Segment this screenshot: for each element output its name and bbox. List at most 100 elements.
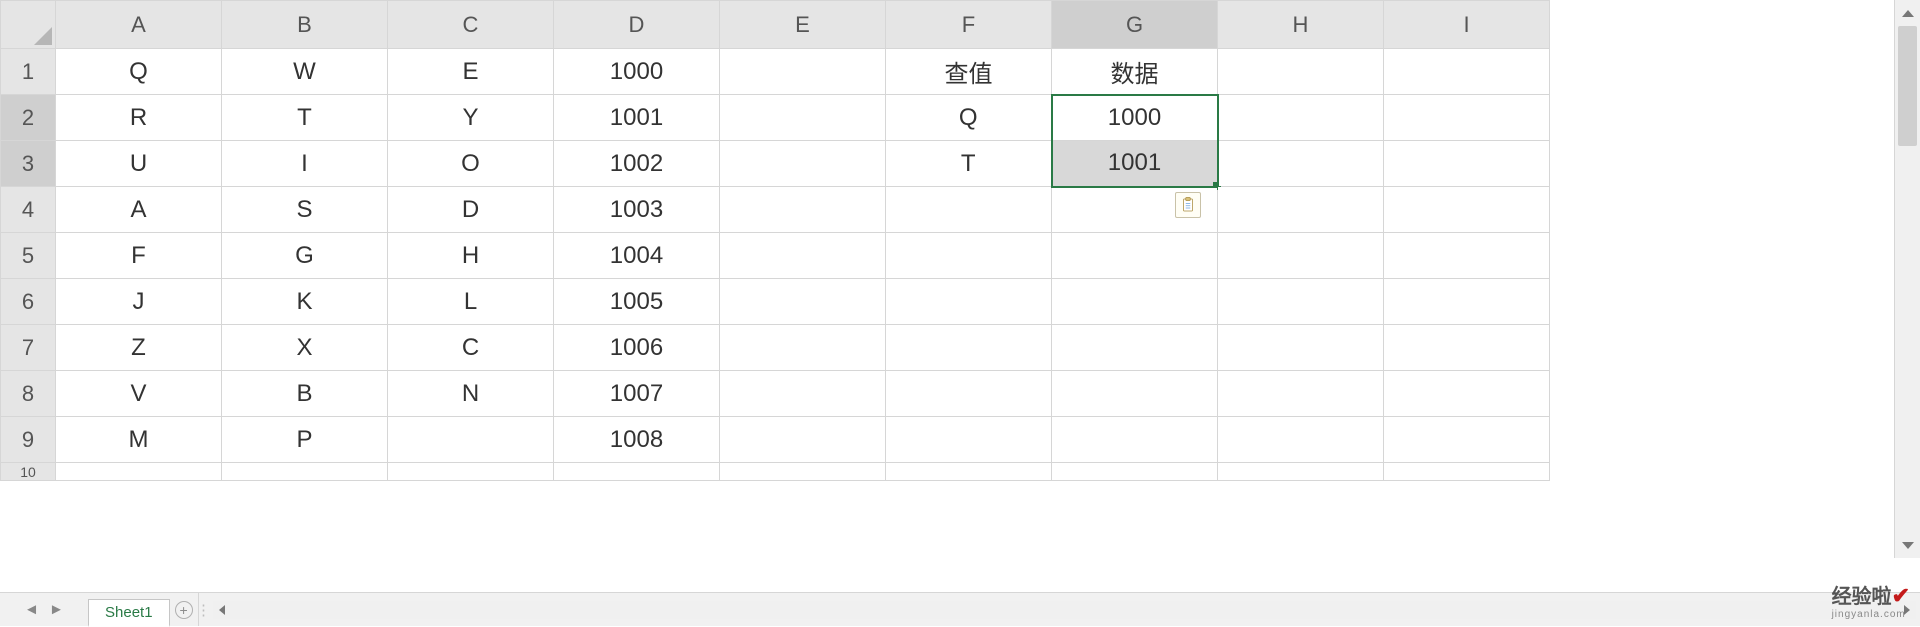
- cell-C10[interactable]: [388, 463, 554, 481]
- add-sheet-button[interactable]: +: [170, 593, 198, 626]
- cell-E10[interactable]: [720, 463, 886, 481]
- cell-B1[interactable]: W: [222, 49, 388, 95]
- cell-I9[interactable]: [1384, 417, 1550, 463]
- row-header-3[interactable]: 3: [1, 141, 56, 187]
- cell-A1[interactable]: Q: [56, 49, 222, 95]
- cell-I8[interactable]: [1384, 371, 1550, 417]
- cell-H2[interactable]: [1218, 95, 1384, 141]
- cell-D4[interactable]: 1003: [554, 187, 720, 233]
- tab-nav-prev[interactable]: ◄: [22, 601, 41, 618]
- tab-scroll-splitter[interactable]: ⋮: [199, 593, 209, 626]
- vertical-scrollbar[interactable]: [1894, 0, 1920, 558]
- spreadsheet-grid[interactable]: A B C D E F G H I 1 Q W E 1000 查值 数据: [0, 0, 1550, 481]
- cell-A4[interactable]: A: [56, 187, 222, 233]
- row-header-2[interactable]: 2: [1, 95, 56, 141]
- cell-G6[interactable]: [1052, 279, 1218, 325]
- cell-C8[interactable]: N: [388, 371, 554, 417]
- row-header-10[interactable]: 10: [1, 463, 56, 481]
- scroll-down-button[interactable]: [1895, 532, 1920, 558]
- col-header-D[interactable]: D: [554, 1, 720, 49]
- col-header-B[interactable]: B: [222, 1, 388, 49]
- cell-B8[interactable]: B: [222, 371, 388, 417]
- cell-F4[interactable]: [886, 187, 1052, 233]
- cell-F6[interactable]: [886, 279, 1052, 325]
- cell-F9[interactable]: [886, 417, 1052, 463]
- cell-D1[interactable]: 1000: [554, 49, 720, 95]
- cell-C5[interactable]: H: [388, 233, 554, 279]
- row-header-5[interactable]: 5: [1, 233, 56, 279]
- col-header-G[interactable]: G: [1052, 1, 1218, 49]
- cell-B3[interactable]: I: [222, 141, 388, 187]
- cell-C1[interactable]: E: [388, 49, 554, 95]
- cell-E5[interactable]: [720, 233, 886, 279]
- cell-C2[interactable]: Y: [388, 95, 554, 141]
- horizontal-scroll-track[interactable]: [231, 602, 1898, 618]
- cell-I3[interactable]: [1384, 141, 1550, 187]
- scroll-right-button[interactable]: [1898, 601, 1916, 619]
- cell-D3[interactable]: 1002: [554, 141, 720, 187]
- cell-A6[interactable]: J: [56, 279, 222, 325]
- cell-H4[interactable]: [1218, 187, 1384, 233]
- cell-E9[interactable]: [720, 417, 886, 463]
- cell-H5[interactable]: [1218, 233, 1384, 279]
- cell-F8[interactable]: [886, 371, 1052, 417]
- cell-H3[interactable]: [1218, 141, 1384, 187]
- cell-F1[interactable]: 查值: [886, 49, 1052, 95]
- cell-E4[interactable]: [720, 187, 886, 233]
- col-header-I[interactable]: I: [1384, 1, 1550, 49]
- cell-I7[interactable]: [1384, 325, 1550, 371]
- cell-A2[interactable]: R: [56, 95, 222, 141]
- cell-C9[interactable]: [388, 417, 554, 463]
- row-header-6[interactable]: 6: [1, 279, 56, 325]
- col-header-F[interactable]: F: [886, 1, 1052, 49]
- row-header-8[interactable]: 8: [1, 371, 56, 417]
- cell-E3[interactable]: [720, 141, 886, 187]
- cell-C3[interactable]: O: [388, 141, 554, 187]
- cell-D6[interactable]: 1005: [554, 279, 720, 325]
- cell-F3[interactable]: T: [886, 141, 1052, 187]
- cell-B4[interactable]: S: [222, 187, 388, 233]
- sheet-tab-sheet1[interactable]: Sheet1: [88, 599, 170, 627]
- vertical-scroll-thumb[interactable]: [1898, 26, 1917, 146]
- tab-nav-next[interactable]: ►: [47, 601, 66, 618]
- col-header-C[interactable]: C: [388, 1, 554, 49]
- paste-options-button[interactable]: [1175, 192, 1201, 218]
- cell-C6[interactable]: L: [388, 279, 554, 325]
- cell-B7[interactable]: X: [222, 325, 388, 371]
- cell-F7[interactable]: [886, 325, 1052, 371]
- scroll-up-button[interactable]: [1895, 0, 1920, 26]
- cell-E7[interactable]: [720, 325, 886, 371]
- cell-A7[interactable]: Z: [56, 325, 222, 371]
- row-header-1[interactable]: 1: [1, 49, 56, 95]
- cell-G3[interactable]: 1001: [1052, 141, 1218, 187]
- cell-F5[interactable]: [886, 233, 1052, 279]
- cell-H8[interactable]: [1218, 371, 1384, 417]
- cell-D5[interactable]: 1004: [554, 233, 720, 279]
- cell-D10[interactable]: [554, 463, 720, 481]
- cell-G2[interactable]: 1000: [1052, 95, 1218, 141]
- cell-A9[interactable]: M: [56, 417, 222, 463]
- cell-H10[interactable]: [1218, 463, 1384, 481]
- cell-G9[interactable]: [1052, 417, 1218, 463]
- cell-A10[interactable]: [56, 463, 222, 481]
- cell-I5[interactable]: [1384, 233, 1550, 279]
- col-header-A[interactable]: A: [56, 1, 222, 49]
- cell-E8[interactable]: [720, 371, 886, 417]
- col-header-H[interactable]: H: [1218, 1, 1384, 49]
- cell-D9[interactable]: 1008: [554, 417, 720, 463]
- scroll-left-button[interactable]: [213, 601, 231, 619]
- col-header-E[interactable]: E: [720, 1, 886, 49]
- horizontal-scrollbar[interactable]: [213, 601, 1916, 619]
- row-header-7[interactable]: 7: [1, 325, 56, 371]
- cell-A5[interactable]: F: [56, 233, 222, 279]
- cell-C4[interactable]: D: [388, 187, 554, 233]
- cell-I2[interactable]: [1384, 95, 1550, 141]
- cell-B5[interactable]: G: [222, 233, 388, 279]
- cell-H9[interactable]: [1218, 417, 1384, 463]
- cell-B10[interactable]: [222, 463, 388, 481]
- cell-A8[interactable]: V: [56, 371, 222, 417]
- cell-G5[interactable]: [1052, 233, 1218, 279]
- cell-I10[interactable]: [1384, 463, 1550, 481]
- cell-H6[interactable]: [1218, 279, 1384, 325]
- cell-E2[interactable]: [720, 95, 886, 141]
